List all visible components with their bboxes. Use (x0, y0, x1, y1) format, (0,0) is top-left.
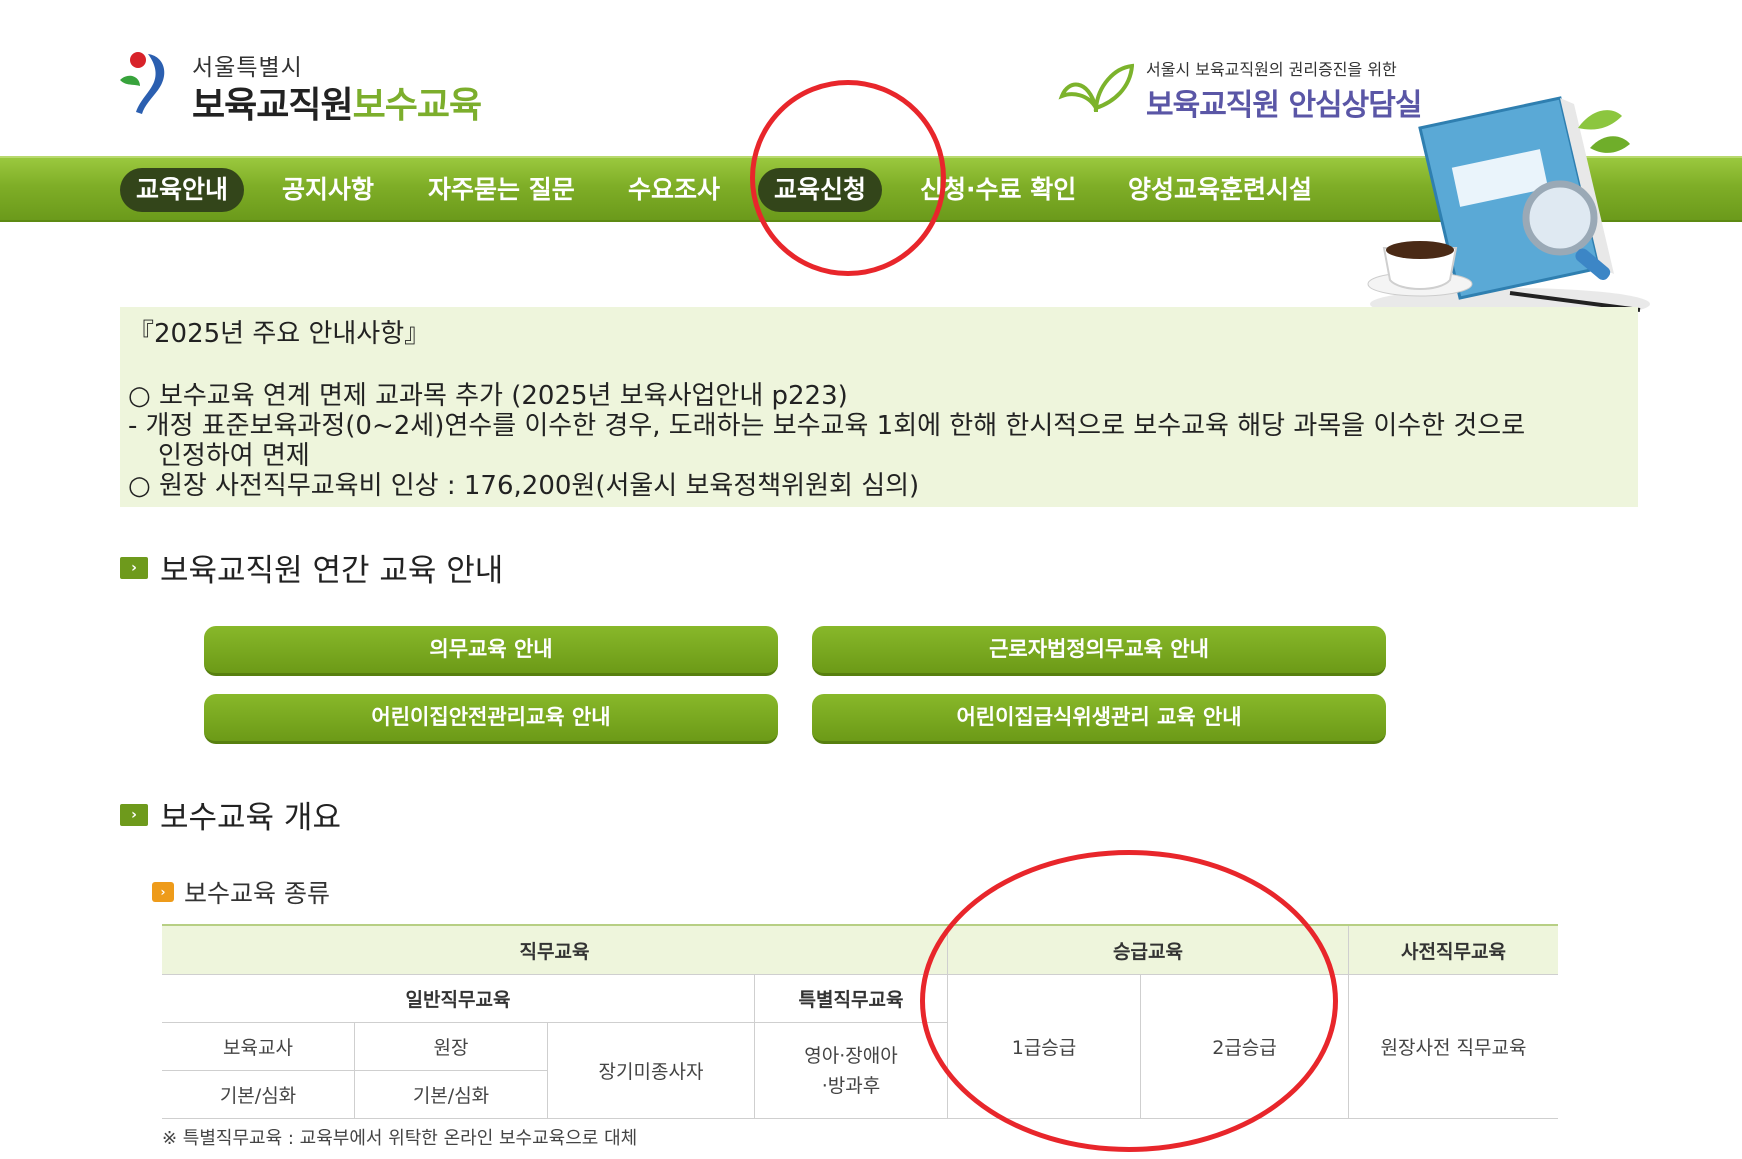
nav-item-faq[interactable]: 자주묻는 질문 (428, 168, 575, 212)
logo-title-main: 보육교직원 (192, 85, 354, 126)
worker-legal-education-button[interactable]: 근로자법정의무교육 안내 (812, 626, 1386, 676)
counsel-subtitle: 서울시 보육교직원의 권리증진을 위한 (1146, 60, 1397, 79)
notice-line-4: ○ 원장 사전직무교육비 인상 : 176,200원(서울시 보육정책위원회 심… (128, 471, 920, 501)
orange-arrow-icon: › (152, 882, 174, 902)
table-cell-predirector: 원장사전 직무교육 (1349, 975, 1558, 1119)
notice-box: 『2025년 주요 안내사항』 ○ 보수교육 연계 면제 교과목 추가 (202… (120, 307, 1638, 507)
logo-title-accent: 보수교육 (352, 85, 482, 126)
annotation-circle-apply (750, 80, 946, 276)
mandatory-education-button[interactable]: 의무교육 안내 (204, 626, 778, 676)
table-cell-special-targets: 영아·장애아 ·방과후 (755, 1023, 948, 1119)
book-coffee-illustration (1367, 96, 1650, 320)
food-hygiene-education-button[interactable]: 어린이집급식위생관리 교육 안내 (812, 694, 1386, 744)
section-overview-title: 보수교육 개요 (160, 800, 341, 836)
section-annual-title: 보육교직원 연간 교육 안내 (160, 553, 504, 589)
nav-item-training-facilities[interactable]: 양성교육훈련시설 (1128, 168, 1312, 212)
table-header-predirector: 사전직무교육 (1349, 926, 1558, 975)
table-footnote: ※ 특별직무교육 : 교육부에서 위탁한 온라인 보수교육으로 대체 (162, 1128, 638, 1149)
seoul-logo-icon (120, 52, 165, 114)
safety-management-education-button[interactable]: 어린이집안전관리교육 안내 (204, 694, 778, 744)
nav-item-notice[interactable]: 공지사항 (282, 168, 374, 212)
special-targets-line-2: ·방과후 (821, 1074, 881, 1097)
table-subheader-general: 일반직무교육 (162, 975, 755, 1023)
sprout-icon (1058, 63, 1134, 112)
special-targets-line-1: 영아·장애아 (804, 1044, 898, 1067)
nav-item-education-guide[interactable]: 교육안내 (120, 168, 245, 212)
table-cell-teacher-level: 기본/심화 (162, 1071, 355, 1119)
table-header-duty: 직무교육 (162, 926, 948, 975)
site-logo[interactable]: 서울특별시 보육교직원보수교육 (118, 40, 498, 126)
section-arrow-icon: › (120, 557, 148, 579)
notice-title: 『2025년 주요 안내사항』 (128, 319, 431, 349)
nav-item-demand-survey[interactable]: 수요조사 (628, 168, 720, 212)
education-types-title: 보수교육 종류 (184, 879, 330, 908)
annotation-circle-promotion (920, 850, 1338, 1152)
table-cell-long-term-absent: 장기미종사자 (548, 1023, 755, 1119)
table-cell-director: 원장 (355, 1023, 548, 1071)
table-cell-teacher: 보육교사 (162, 1023, 355, 1071)
notice-line-2: - 개정 표준보육과정(0~2세)연수를 이수한 경우, 도래하는 보수교육 1… (128, 411, 1526, 441)
section-arrow-icon: › (120, 804, 148, 826)
table-cell-director-level: 기본/심화 (355, 1071, 548, 1119)
logo-title: 보육교직원보수교육 (192, 76, 482, 128)
